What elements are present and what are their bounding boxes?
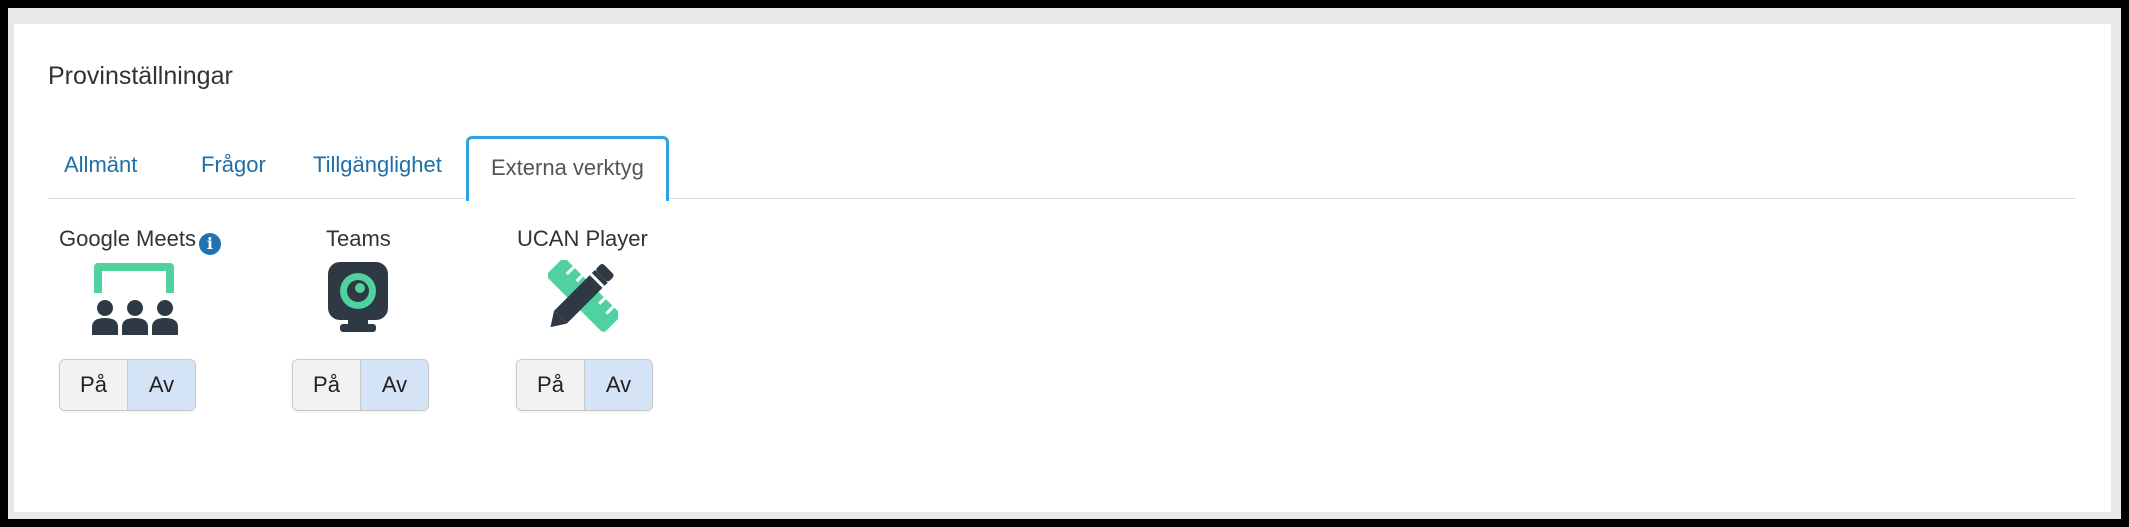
- meeting-group-icon: [92, 261, 182, 340]
- window-frame: Provinställningar Allmänt Frågor Tillgän…: [8, 8, 2121, 519]
- tab-bar: Allmänt Frågor Tillgänglighet Externa ve…: [48, 134, 2076, 201]
- tool-name-teams: Teams: [326, 226, 391, 251]
- on-button[interactable]: På: [293, 360, 361, 410]
- tab-external-tools[interactable]: Externa verktyg: [466, 136, 669, 201]
- toggle-google-meets: På Av: [59, 359, 196, 411]
- off-button[interactable]: Av: [585, 360, 652, 410]
- tab-accessibility[interactable]: Tillgänglighet: [313, 134, 442, 196]
- pencil-ruler-icon: [547, 258, 621, 337]
- off-button[interactable]: Av: [361, 360, 428, 410]
- page-title: Provinställningar: [48, 62, 233, 90]
- toggle-teams: På Av: [292, 359, 429, 411]
- tool-name-ucan-player: UCAN Player: [517, 226, 648, 251]
- tool-name-google-meets: Google Meets: [59, 226, 196, 251]
- on-button[interactable]: På: [60, 360, 128, 410]
- tab-questions[interactable]: Frågor: [201, 134, 266, 196]
- tab-general[interactable]: Allmänt: [64, 134, 137, 196]
- settings-panel: Provinställningar Allmänt Frågor Tillgän…: [14, 24, 2111, 512]
- info-icon[interactable]: i: [198, 233, 221, 255]
- webcam-icon: [328, 262, 390, 337]
- off-button[interactable]: Av: [128, 360, 195, 410]
- on-button[interactable]: På: [517, 360, 585, 410]
- toggle-ucan-player: På Av: [516, 359, 653, 411]
